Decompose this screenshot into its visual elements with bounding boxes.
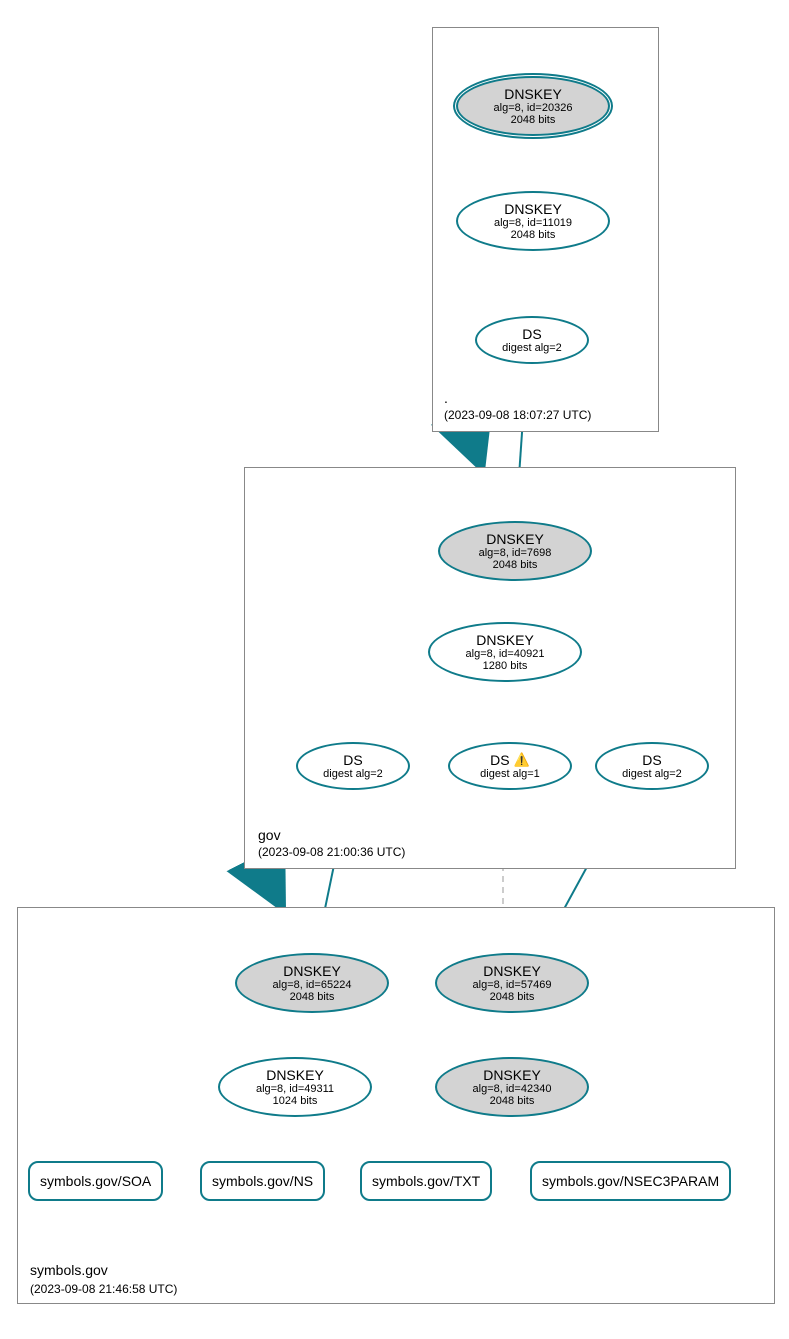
node-gov-ds1: DS digest alg=2 — [296, 742, 410, 790]
rr-soa: symbols.gov/SOA — [28, 1161, 163, 1201]
node-sub1: alg=8, id=20326 — [494, 102, 573, 114]
node-title: DNSKEY — [504, 86, 562, 102]
node-sub2: 2048 bits — [511, 114, 556, 126]
rr-nsec3param: symbols.gov/NSEC3PARAM — [530, 1161, 731, 1201]
node-gov-zsk: DNSKEY alg=8, id=40921 1280 bits — [428, 622, 582, 682]
node-gov-ds3: DS digest alg=2 — [595, 742, 709, 790]
zone-gov-label: gov — [258, 827, 281, 843]
node-sym-k3: DNSKEY alg=8, id=42340 2048 bits — [435, 1057, 589, 1117]
zone-gov-ts: (2023-09-08 21:00:36 UTC) — [258, 845, 405, 859]
zone-symbols — [17, 907, 775, 1304]
node-root-zsk: DNSKEY alg=8, id=11019 2048 bits — [456, 191, 610, 251]
zone-root-ts: (2023-09-08 18:07:27 UTC) — [444, 408, 591, 422]
rr-txt: symbols.gov/TXT — [360, 1161, 492, 1201]
rr-ns: symbols.gov/NS — [200, 1161, 325, 1201]
warning-icon: ⚠️ — [514, 752, 530, 768]
node-root-ksk: DNSKEY alg=8, id=20326 2048 bits — [456, 76, 610, 136]
zone-symbols-label: symbols.gov — [30, 1262, 108, 1278]
node-gov-ds2: DS ⚠️ digest alg=1 — [448, 742, 572, 790]
zone-symbols-ts: (2023-09-08 21:46:58 UTC) — [30, 1282, 177, 1296]
node-sym-zsk: DNSKEY alg=8, id=49311 1024 bits — [218, 1057, 372, 1117]
zone-root-label: . — [444, 390, 448, 406]
node-sym-ksk1: DNSKEY alg=8, id=65224 2048 bits — [235, 953, 389, 1013]
node-root-ds: DS digest alg=2 — [475, 316, 589, 364]
node-gov-ksk: DNSKEY alg=8, id=7698 2048 bits — [438, 521, 592, 581]
node-sym-ksk2: DNSKEY alg=8, id=57469 2048 bits — [435, 953, 589, 1013]
